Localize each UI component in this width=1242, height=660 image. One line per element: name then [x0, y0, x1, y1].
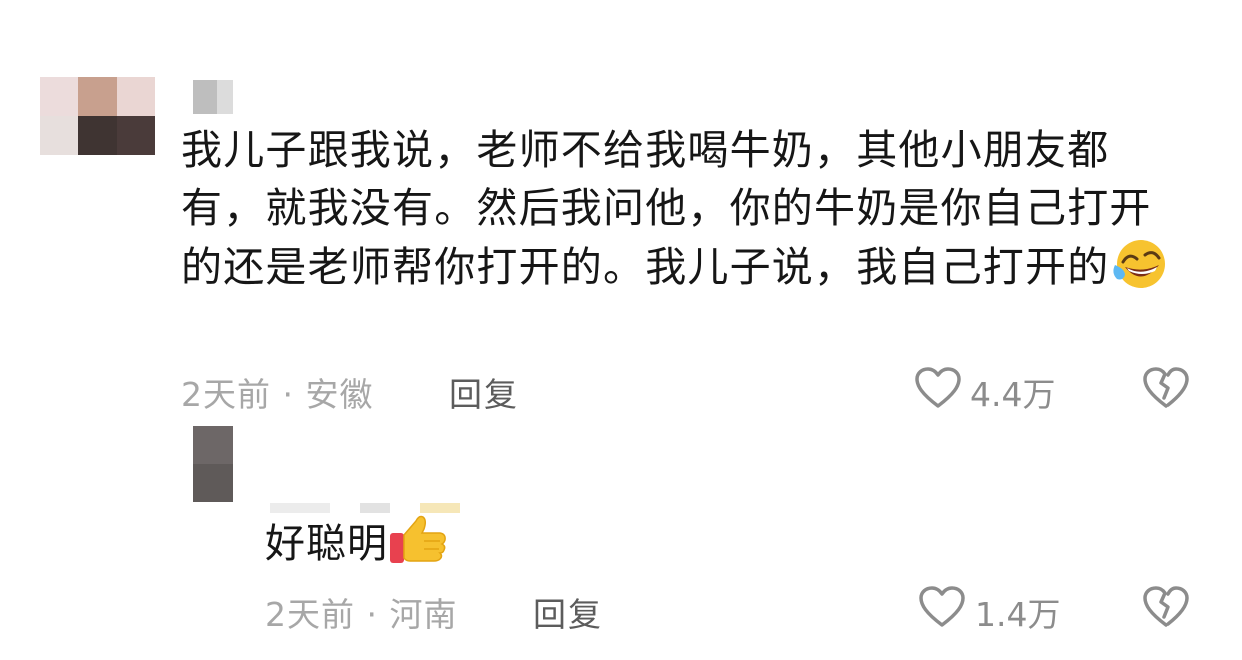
reply-text: 好聪明	[265, 521, 388, 567]
replier-avatar[interactable]	[193, 426, 233, 502]
comment-time-location: 2天前 · 安徽	[181, 375, 374, 414]
reply-reply-button[interactable]: 回复	[533, 588, 603, 636]
reply-body: 好聪明	[265, 511, 450, 583]
thumbs-up-emoji	[388, 511, 450, 583]
laughing-with-tears-emoji	[1109, 237, 1169, 306]
broken-heart-icon[interactable]	[1142, 366, 1190, 414]
heart-outline-icon[interactable]	[914, 366, 962, 414]
comment-like-count: 4.4万	[970, 375, 1056, 414]
comment-reply-button[interactable]: 回复	[449, 368, 519, 416]
comment-text: 我儿子跟我说，老师不给我喝牛奶，其他小朋友都有，就我没有。然后我问他，你的牛奶是…	[181, 126, 1152, 291]
broken-heart-icon[interactable]	[1142, 585, 1190, 633]
reply-time-location: 2天前 · 河南	[265, 595, 458, 634]
heart-outline-icon[interactable]	[918, 585, 966, 633]
comment-body: 我儿子跟我说，老师不给我喝牛奶，其他小朋友都有，就我没有。然后我问他，你的牛奶是…	[181, 121, 1191, 306]
reply-like-count: 1.4万	[975, 595, 1061, 634]
commenter-avatar[interactable]	[40, 77, 155, 155]
commenter-username[interactable]	[193, 80, 233, 114]
